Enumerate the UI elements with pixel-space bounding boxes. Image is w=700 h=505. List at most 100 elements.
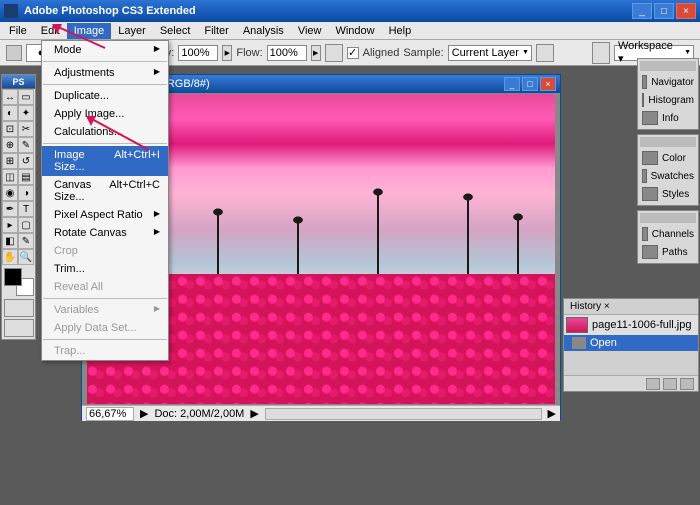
menu-file[interactable]: File — [2, 23, 34, 39]
doc-minimize[interactable]: _ — [504, 77, 520, 91]
tool-eraser[interactable]: ◫ — [2, 169, 18, 185]
menu-duplicate[interactable]: Duplicate... — [42, 87, 168, 105]
tool-marquee[interactable]: ▭ — [18, 89, 34, 105]
menu-image-size[interactable]: Image Size...Alt+Ctrl+I — [42, 146, 168, 176]
menu-edit[interactable]: Edit — [34, 23, 67, 39]
tool-blur[interactable]: ◉ — [2, 185, 18, 201]
flow-arrow[interactable]: ▶ — [311, 45, 321, 61]
panel-paths[interactable]: Paths — [640, 243, 696, 261]
panel-dock-3: Channels Paths — [637, 210, 699, 264]
panel-swatches[interactable]: Swatches — [640, 167, 696, 185]
history-snapshot-row[interactable]: page11-1006-full.jpg — [564, 315, 698, 335]
tool-pen[interactable]: ✒ — [2, 201, 18, 217]
doc-close[interactable]: × — [540, 77, 556, 91]
open-icon — [572, 337, 586, 349]
tool-crop[interactable]: ⊡ — [2, 121, 18, 137]
menu-analysis[interactable]: Analysis — [236, 23, 291, 39]
screen-mode[interactable] — [4, 319, 34, 337]
zoom-field[interactable]: 66,67% — [86, 407, 134, 421]
panel-histogram[interactable]: Histogram — [640, 91, 696, 109]
panel-styles[interactable]: Styles — [640, 185, 696, 203]
menu-layer[interactable]: Layer — [111, 23, 153, 39]
panel-color[interactable]: Color — [640, 149, 696, 167]
history-new-doc-icon[interactable] — [646, 378, 660, 390]
menu-reveal-all: Reveal All — [42, 278, 168, 296]
dock-handle[interactable] — [640, 137, 696, 147]
tool-slice[interactable]: ✂ — [18, 121, 34, 137]
menu-pixel-aspect[interactable]: Pixel Aspect Ratio▶ — [42, 206, 168, 224]
color-wells[interactable] — [4, 268, 34, 296]
tool-type[interactable]: T — [18, 201, 34, 217]
panel-navigator[interactable]: Navigator — [640, 73, 696, 91]
app-title: Adobe Photoshop CS3 Extended — [24, 5, 632, 17]
tool-stamp[interactable]: ⊞ — [2, 153, 18, 169]
menu-view[interactable]: View — [291, 23, 329, 39]
menu-help[interactable]: Help — [382, 23, 419, 39]
tool-path-sel[interactable]: ▸ — [2, 217, 18, 233]
app-icon — [4, 4, 18, 18]
quick-mask[interactable] — [4, 299, 34, 317]
tool-heal[interactable]: ⊕ — [2, 137, 18, 153]
tool-hand[interactable]: ✋ — [2, 249, 18, 265]
opacity-input[interactable]: 100% — [178, 45, 218, 61]
ignore-adj-icon[interactable] — [536, 44, 554, 62]
menu-trap: Trap... — [42, 342, 168, 360]
tool-preset-picker[interactable] — [6, 45, 22, 61]
history-trash-icon[interactable] — [680, 378, 694, 390]
panel-info[interactable]: Info — [640, 109, 696, 127]
history-tab[interactable]: History × — [564, 299, 698, 315]
document-statusbar: 66,67% ▶ Doc: 2,00M/2,00M ▶ ▶ — [82, 405, 560, 421]
toolbox-header[interactable]: PS — [2, 75, 35, 89]
palette-button[interactable] — [592, 42, 610, 64]
paths-icon — [642, 245, 658, 259]
panel-dock-1: Navigator Histogram Info — [637, 58, 699, 130]
menu-adjustments[interactable]: Adjustments▶ — [42, 64, 168, 82]
right-panels: Navigator Histogram Info Color Swatches … — [637, 58, 699, 264]
flow-input[interactable]: 100% — [267, 45, 307, 61]
opacity-arrow[interactable]: ▶ — [222, 45, 232, 61]
doc-info-arrow[interactable]: ▶ — [140, 407, 148, 420]
history-snapshot-icon[interactable] — [663, 378, 677, 390]
histogram-icon — [642, 93, 644, 107]
scroll-right[interactable]: ▶ — [548, 407, 556, 420]
tool-eyedrop[interactable]: ✎ — [18, 233, 34, 249]
tool-gradient[interactable]: ▤ — [18, 169, 34, 185]
menu-trim[interactable]: Trim... — [42, 260, 168, 278]
dock-handle[interactable] — [640, 213, 696, 223]
airbrush-icon[interactable] — [325, 44, 343, 62]
fg-color[interactable] — [4, 268, 22, 286]
menu-select[interactable]: Select — [153, 23, 198, 39]
menu-apply-image[interactable]: Apply Image... — [42, 105, 168, 123]
toolbox: PS ↔▭ ◐✦ ⊡✂ ⊕✎ ⊞↺ ◫▤ ◉◑ ✒T ▸▢ ◧✎ ✋🔍 — [1, 74, 36, 340]
tool-lasso[interactable]: ◐ — [2, 105, 18, 121]
history-state-open[interactable]: Open — [564, 335, 698, 351]
maximize-button[interactable]: □ — [654, 3, 674, 19]
doc-maximize[interactable]: □ — [522, 77, 538, 91]
menu-window[interactable]: Window — [328, 23, 381, 39]
close-button[interactable]: × — [676, 3, 696, 19]
menu-image[interactable]: Image — [67, 23, 112, 39]
doc-info-menu[interactable]: ▶ — [250, 407, 258, 420]
tool-move[interactable]: ↔ — [2, 89, 18, 105]
navigator-icon — [642, 75, 647, 89]
tool-shape[interactable]: ▢ — [18, 217, 34, 233]
menu-mode[interactable]: Mode▶ — [42, 41, 168, 59]
tool-history-brush[interactable]: ↺ — [18, 153, 34, 169]
menu-filter[interactable]: Filter — [197, 23, 235, 39]
horizontal-scrollbar[interactable] — [265, 408, 542, 420]
tool-brush[interactable]: ✎ — [18, 137, 34, 153]
menu-calculations[interactable]: Calculations... — [42, 123, 168, 141]
aligned-checkbox[interactable]: ✓ — [347, 47, 359, 59]
sample-select[interactable]: Current Layer — [448, 45, 532, 61]
dock-handle[interactable] — [640, 61, 696, 71]
tool-notes[interactable]: ◧ — [2, 233, 18, 249]
tool-wand[interactable]: ✦ — [18, 105, 34, 121]
minimize-button[interactable]: _ — [632, 3, 652, 19]
tool-zoom[interactable]: 🔍 — [18, 249, 34, 265]
tool-dodge[interactable]: ◑ — [18, 185, 34, 201]
panel-channels[interactable]: Channels — [640, 225, 696, 243]
menu-canvas-size[interactable]: Canvas Size...Alt+Ctrl+C — [42, 176, 168, 206]
image-menu-dropdown: Mode▶ Adjustments▶ Duplicate... Apply Im… — [41, 40, 169, 361]
history-button-bar — [564, 375, 698, 391]
menu-rotate-canvas[interactable]: Rotate Canvas▶ — [42, 224, 168, 242]
